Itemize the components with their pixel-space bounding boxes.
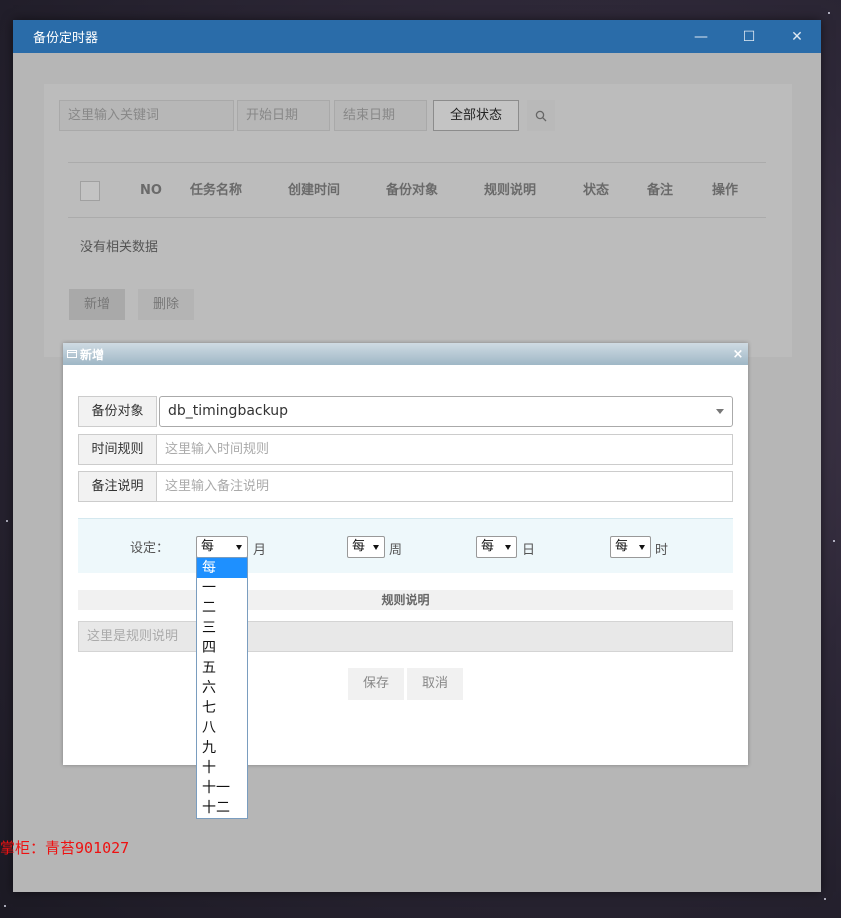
dropdown-arrow-icon bbox=[373, 545, 379, 550]
setting-label: 设定： bbox=[130, 541, 170, 556]
delete-task-button[interactable]: 删除 bbox=[138, 289, 194, 320]
task-list-panel: 这里输入关键词 开始日期 结束日期 全部状态 NO 任务名称 创建时间 备份对象… bbox=[44, 84, 792, 357]
dropdown-option[interactable]: 三 bbox=[197, 618, 247, 638]
window-title: 备份定时器 bbox=[33, 31, 99, 46]
month-select[interactable]: 每 bbox=[196, 536, 248, 558]
hour-select-value: 每 bbox=[615, 539, 629, 554]
month-unit-label: 月 bbox=[253, 543, 267, 558]
backup-target-row: 备份对象 db_timingbackup bbox=[78, 396, 733, 427]
column-actions[interactable]: 操作 bbox=[712, 163, 738, 219]
cancel-button[interactable]: 取消 bbox=[407, 668, 463, 700]
month-dropdown-list: 每 一 二 三 四 五 六 七 八 九 十 十一 十二 bbox=[196, 557, 248, 819]
dropdown-option[interactable]: 二 bbox=[197, 598, 247, 618]
desktop-star bbox=[4, 905, 6, 907]
dialog-titlebar[interactable]: 新增 × bbox=[63, 343, 748, 365]
dropdown-arrow-icon bbox=[236, 545, 242, 550]
remark-input[interactable]: 这里输入备注说明 bbox=[157, 471, 733, 502]
desktop-star bbox=[824, 898, 826, 900]
close-button[interactable]: ✕ bbox=[773, 20, 821, 53]
day-select-value: 每 bbox=[481, 539, 495, 554]
remark-label: 备注说明 bbox=[78, 471, 157, 502]
week-unit-label: 周 bbox=[389, 543, 403, 558]
time-rule-row: 时间规则 这里输入时间规则 bbox=[78, 434, 733, 465]
select-all-checkbox[interactable] bbox=[80, 181, 100, 201]
month-select-value: 每 bbox=[201, 539, 215, 554]
window-icon bbox=[67, 350, 77, 358]
dropdown-option[interactable]: 八 bbox=[197, 718, 247, 738]
dropdown-option[interactable]: 每 bbox=[197, 558, 247, 578]
save-button[interactable]: 保存 bbox=[348, 668, 404, 700]
time-rule-label: 时间规则 bbox=[78, 434, 157, 465]
backup-target-select[interactable]: db_timingbackup bbox=[159, 396, 733, 427]
column-created-time[interactable]: 创建时间 bbox=[288, 163, 340, 219]
column-task-name[interactable]: 任务名称 bbox=[190, 163, 242, 219]
column-status[interactable]: 状态 bbox=[583, 163, 609, 219]
hour-select[interactable]: 每 bbox=[610, 536, 651, 558]
hour-unit-label: 时 bbox=[655, 543, 669, 558]
add-task-button[interactable]: 新增 bbox=[69, 289, 125, 320]
rule-description-field: 这里是规则说明 bbox=[78, 621, 733, 652]
dropdown-option[interactable]: 五 bbox=[197, 658, 247, 678]
dialog-close-icon[interactable]: × bbox=[728, 347, 748, 362]
window-titlebar[interactable]: 备份定时器 — ☐ ✕ bbox=[13, 20, 821, 53]
week-select-value: 每 bbox=[352, 539, 366, 554]
empty-table-message: 没有相关数据 bbox=[80, 240, 159, 255]
search-button[interactable] bbox=[527, 100, 555, 131]
start-date-input[interactable]: 开始日期 bbox=[237, 100, 330, 131]
table-header: NO 任务名称 创建时间 备份对象 规则说明 状态 备注 操作 bbox=[68, 162, 766, 218]
schedule-settings: 设定： 每 月 每 周 每 日 每 时 bbox=[78, 518, 733, 573]
dropdown-arrow-icon bbox=[505, 545, 511, 550]
dialog-title: 新增 bbox=[80, 347, 105, 362]
dropdown-option[interactable]: 十 bbox=[197, 758, 247, 778]
column-rule-description[interactable]: 规则说明 bbox=[484, 163, 536, 219]
search-icon bbox=[535, 110, 547, 121]
end-date-input[interactable]: 结束日期 bbox=[334, 100, 427, 131]
backup-target-label: 备份对象 bbox=[78, 396, 157, 427]
day-select[interactable]: 每 bbox=[476, 536, 517, 558]
desktop-star bbox=[6, 520, 8, 522]
dropdown-option[interactable]: 六 bbox=[197, 678, 247, 698]
dropdown-option[interactable]: 七 bbox=[197, 698, 247, 718]
remark-row: 备注说明 这里输入备注说明 bbox=[78, 471, 733, 502]
column-backup-target[interactable]: 备份对象 bbox=[386, 163, 438, 219]
week-select[interactable]: 每 bbox=[347, 536, 385, 558]
minimize-button[interactable]: — bbox=[677, 20, 725, 53]
rule-description-header: 规则说明 bbox=[78, 590, 733, 610]
add-task-dialog: 新增 × 备份对象 db_timingbackup 时间规则 这里输入时间规则 … bbox=[63, 343, 748, 765]
dropdown-option[interactable]: 十二 bbox=[197, 798, 247, 818]
chevron-down-icon bbox=[716, 409, 724, 414]
dropdown-option[interactable]: 九 bbox=[197, 738, 247, 758]
backup-target-value: db_timingbackup bbox=[168, 403, 289, 419]
desktop-star bbox=[833, 540, 835, 542]
dropdown-option[interactable]: 一 bbox=[197, 578, 247, 598]
dropdown-arrow-icon bbox=[639, 545, 645, 550]
status-filter-button[interactable]: 全部状态 bbox=[433, 100, 519, 131]
dropdown-option[interactable]: 四 bbox=[197, 638, 247, 658]
day-unit-label: 日 bbox=[522, 543, 536, 558]
time-rule-input[interactable]: 这里输入时间规则 bbox=[157, 434, 733, 465]
dropdown-option[interactable]: 十一 bbox=[197, 778, 247, 798]
column-no[interactable]: NO bbox=[140, 163, 162, 219]
keyword-search-input[interactable]: 这里输入关键词 bbox=[59, 100, 234, 131]
column-remark[interactable]: 备注 bbox=[647, 163, 673, 219]
maximize-button[interactable]: ☐ bbox=[725, 20, 773, 53]
watermark-text: 掌柜：青苔901027 bbox=[0, 839, 130, 857]
desktop-star bbox=[828, 12, 830, 14]
